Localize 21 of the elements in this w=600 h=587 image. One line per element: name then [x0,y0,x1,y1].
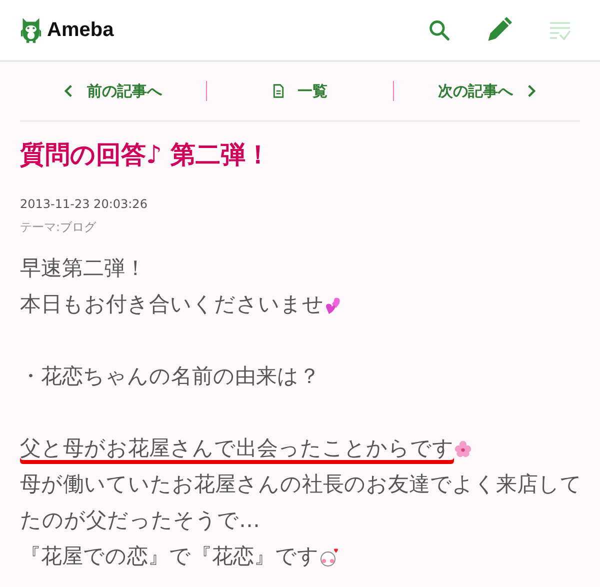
logo-text[interactable]: Ameba [47,18,114,42]
post-date: 2013-11-23 20:03:26 [20,197,148,211]
smiley-heart-icon [319,547,339,568]
body-text: 『花屋での恋』で『花恋』です [20,544,319,568]
article-title: 質問の回答♪ 第二弾！ [20,139,272,171]
body-text: 本日もお付き合いくださいませ [20,292,324,316]
chevron-left-icon [64,84,73,98]
document-icon [272,84,284,98]
flower-icon [454,440,472,458]
body-text: 早速第二弾！ [20,256,146,280]
search-icon[interactable] [428,19,450,41]
mascot-logo-icon[interactable] [20,16,42,44]
body-text: ・花恋ちゃんの名前の由来は？ [20,364,320,388]
pencil-icon[interactable] [486,17,512,43]
theme-link[interactable]: ブログ [60,220,96,234]
chevron-right-icon [527,84,536,98]
body-text: 母が働いていたお花屋さんの社長のお友達でよく来店してたのが父だったそうで… [20,472,582,532]
next-article-link[interactable]: 次の記事へ [394,82,580,100]
theme-label: テーマ: [20,220,60,234]
article-list-link[interactable]: 一覧 [207,82,393,100]
previous-article-link[interactable]: 前の記事へ [20,82,206,100]
